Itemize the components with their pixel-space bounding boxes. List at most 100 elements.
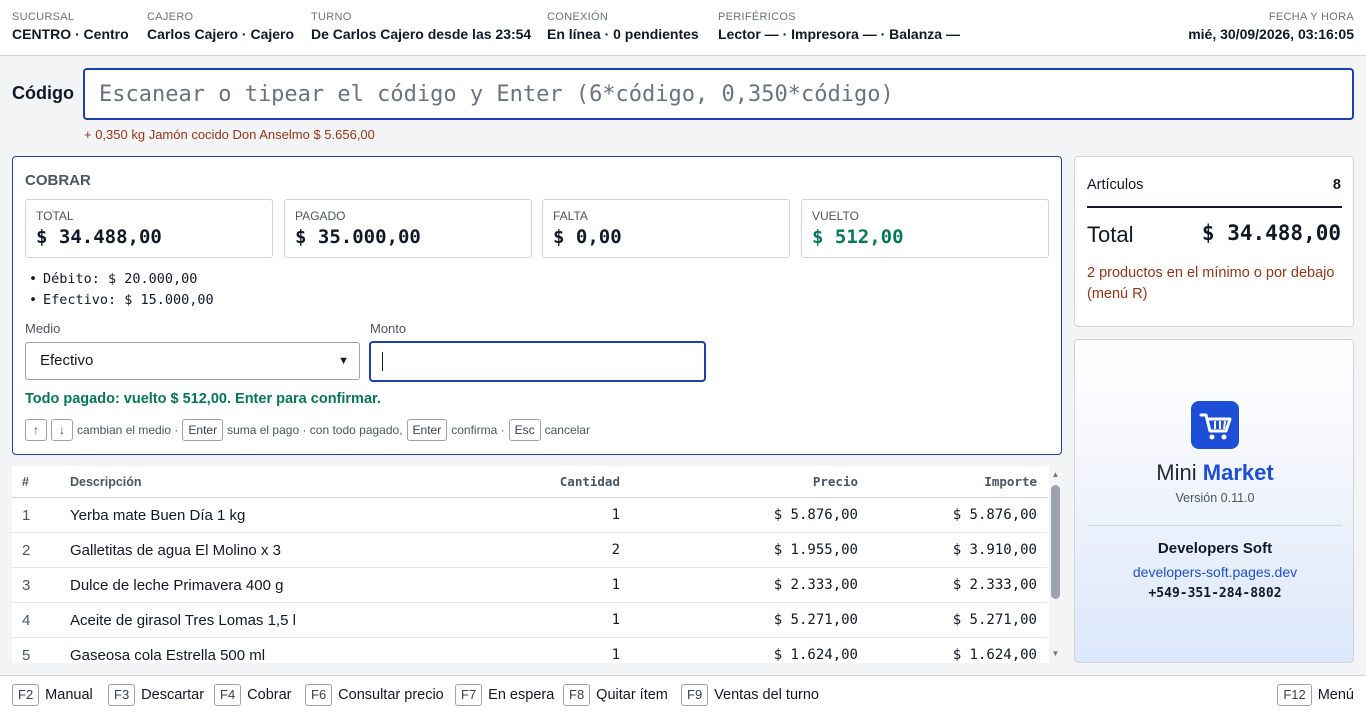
table-scrollbar[interactable]: ▲ ▼ [1049, 466, 1062, 663]
scrollbar-thumb[interactable] [1051, 485, 1060, 599]
f3-descartar-button[interactable]: F3 Descartar [108, 684, 204, 706]
row-desc: Yerba mate Buen Día 1 kg [70, 507, 246, 524]
f8-quitar-button[interactable]: F8 Quitar ítem [563, 684, 668, 706]
enter-key: Enter [406, 419, 448, 441]
row-price: $ 2.333,00 [773, 577, 858, 593]
status-sucursal-value: CENTRO · Centro [12, 26, 129, 42]
status-conexion-value: En línea · 0 pendientes [547, 26, 699, 42]
cobrar-panel: COBRAR TOTAL $ 34.488,00 PAGADO $ 35.000… [12, 156, 1062, 455]
arrow-down-key: ↓ [51, 419, 73, 441]
f3-key: F3 [108, 684, 136, 706]
f12-menu-button[interactable]: F12 Menú [1277, 684, 1354, 706]
f4-label: Cobrar [247, 687, 292, 703]
hint-text: suma el pago · con todo pagado, [227, 423, 403, 437]
summary-total-value: $ 34.488,00 [1201, 221, 1341, 245]
row-desc: Galletitas de agua El Molino x 3 [70, 542, 281, 559]
esc-key: Esc [508, 419, 541, 441]
code-input[interactable] [83, 68, 1354, 120]
row-desc: Gaseosa cola Estrella 500 ml [70, 647, 266, 663]
payment-item: Efectivo: $ 15.000,00 [29, 290, 214, 311]
vuelto-value: $ 512,00 [812, 226, 904, 248]
enter-key: Enter [182, 419, 224, 441]
f2-label: Manual [45, 687, 93, 703]
last-added-item: + 0,350 kg Jamón cocido Don Anselmo $ 5.… [84, 127, 375, 142]
hint-text: confirma · [451, 423, 505, 437]
f12-key: F12 [1277, 684, 1312, 706]
f2-manual-button[interactable]: F2 Manual [12, 684, 93, 706]
table-row[interactable]: 2 Galletitas de agua El Molino x 3 2 $ 1… [12, 533, 1047, 568]
row-desc: Aceite de girasol Tres Lomas 1,5 l [70, 612, 296, 629]
monto-input[interactable] [369, 341, 706, 382]
falta-value: $ 0,00 [553, 226, 622, 248]
table-header: # Descripción Cantidad Precio Importe [12, 466, 1047, 498]
falta-box: FALTA $ 0,00 [542, 199, 790, 258]
status-conexion: CONEXIÓN En línea · 0 pendientes [547, 11, 699, 42]
scroll-up-icon[interactable]: ▲ [1050, 469, 1061, 481]
medio-label: Medio [25, 321, 61, 336]
f6-consultar-button[interactable]: F6 Consultar precio [305, 684, 444, 706]
brand-panel: Mini Market Versión 0.11.0 Developers So… [1074, 339, 1354, 663]
status-perifericos-label: PERIFÉRICOS [718, 11, 796, 23]
table-row[interactable]: 4 Aceite de girasol Tres Lomas 1,5 l 1 $… [12, 603, 1047, 638]
status-fecha-label: FECHA Y HORA [1268, 11, 1354, 23]
medio-select[interactable]: Efectivo ▼ [25, 342, 360, 380]
row-qty: 2 [611, 542, 620, 558]
f8-key: F8 [563, 684, 591, 706]
row-qty: 1 [611, 577, 620, 593]
developer-link[interactable]: developers-soft.pages.dev [1075, 564, 1355, 580]
articulos-value: 8 [1332, 177, 1341, 193]
total-value: $ 34.488,00 [36, 226, 162, 248]
status-fecha: FECHA Y HORA mié, 30/09/2026, 03:16:05 [1188, 11, 1354, 42]
f4-cobrar-button[interactable]: F4 Cobrar [214, 684, 292, 706]
status-conexion-label: CONEXIÓN [547, 11, 609, 23]
payment-status-message: Todo pagado: vuelto $ 512,00. Enter para… [25, 391, 381, 407]
total-label: TOTAL [36, 209, 74, 223]
status-cajero: CAJERO Carlos Cajero · Cajero [147, 11, 294, 42]
row-qty: 1 [611, 507, 620, 523]
f9-label: Ventas del turno [714, 687, 819, 703]
pagado-value: $ 35.000,00 [295, 226, 421, 248]
row-price: $ 5.876,00 [773, 507, 858, 523]
summary-divider [1087, 206, 1342, 208]
col-price: Precio [812, 474, 858, 489]
col-desc: Descripción [70, 475, 142, 489]
f4-key: F4 [214, 684, 242, 706]
status-turno: TURNO De Carlos Cajero desde las 23:54 [311, 11, 531, 42]
f7-espera-button[interactable]: F7 En espera [455, 684, 554, 706]
f3-label: Descartar [141, 687, 205, 703]
row-amount: $ 5.271,00 [952, 612, 1037, 628]
arrow-up-key: ↑ [25, 419, 47, 441]
medio-selected-value: Efectivo [40, 352, 94, 369]
scroll-down-icon[interactable]: ▼ [1050, 648, 1061, 660]
row-qty: 1 [611, 612, 620, 628]
f7-label: En espera [488, 687, 555, 703]
pagado-box: PAGADO $ 35.000,00 [284, 199, 532, 258]
col-num: # [22, 475, 29, 489]
status-cajero-label: CAJERO [147, 11, 194, 23]
f6-key: F6 [305, 684, 333, 706]
summary-panel: Artículos 8 Total $ 34.488,00 2 producto… [1074, 156, 1354, 327]
f9-ventas-button[interactable]: F9 Ventas del turno [681, 684, 819, 706]
table-row[interactable]: 3 Dulce de leche Primavera 400 g 1 $ 2.3… [12, 568, 1047, 603]
f6-label: Consultar precio [338, 687, 444, 703]
status-cajero-value: Carlos Cajero · Cajero [147, 26, 295, 42]
row-amount: $ 3.910,00 [952, 542, 1037, 558]
row-amount: $ 2.333,00 [952, 577, 1037, 593]
f12-label: Menú [1317, 687, 1354, 703]
table-row[interactable]: 1 Yerba mate Buen Día 1 kg 1 $ 5.876,00 … [12, 498, 1047, 533]
brand-name-a: Mini [1156, 460, 1197, 485]
summary-total-label: Total [1087, 222, 1134, 247]
payment-item: Débito: $ 20.000,00 [29, 269, 214, 290]
code-label: Código [12, 83, 74, 103]
hint-text: cancelar [544, 423, 590, 437]
f2-key: F2 [12, 684, 40, 706]
status-bar: SUCURSAL CENTRO · Centro CAJERO Carlos C… [0, 0, 1366, 56]
table-row[interactable]: 5 Gaseosa cola Estrella 500 ml 1 $ 1.624… [12, 638, 1047, 663]
items-table: # Descripción Cantidad Precio Importe 1 … [12, 466, 1062, 663]
developer-phone: +549-351-284-8802 [1148, 586, 1282, 601]
chevron-down-icon: ▼ [338, 355, 349, 367]
stock-warning: 2 productos en el mínimo o por debajo (m… [1087, 265, 1335, 302]
function-key-bar: F2 Manual F3 Descartar F4 Cobrar F6 Cons… [0, 675, 1366, 715]
brand-name-b: Market [1202, 460, 1274, 485]
row-desc: Dulce de leche Primavera 400 g [70, 577, 284, 594]
